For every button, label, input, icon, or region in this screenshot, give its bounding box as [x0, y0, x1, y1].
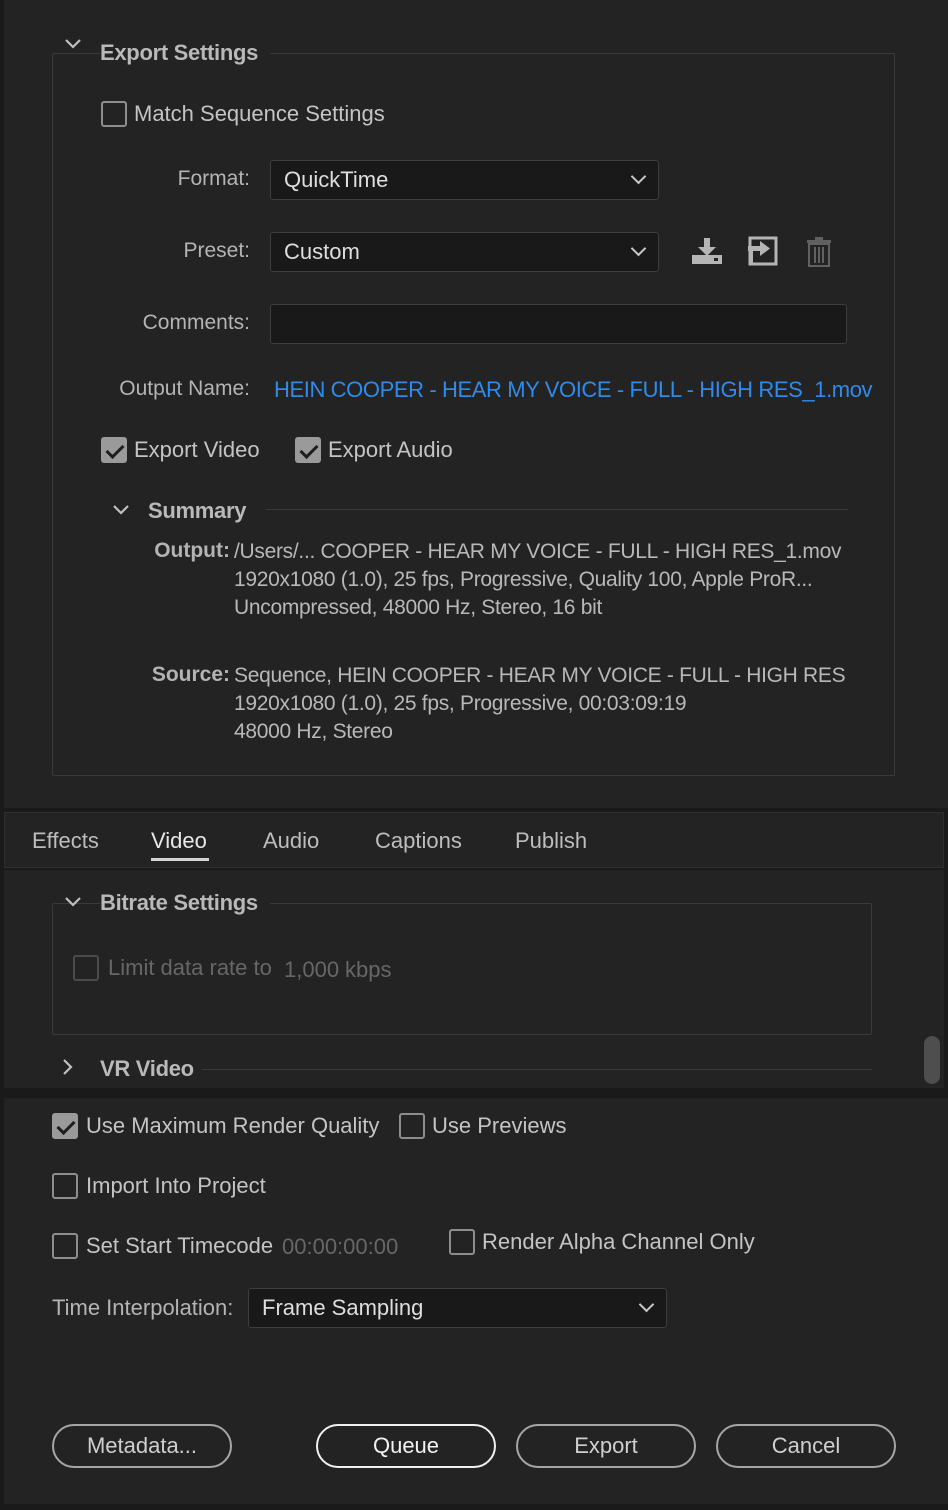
expand-vr-video-icon[interactable] — [62, 1058, 74, 1076]
summary-output-line: Uncompressed, 48000 Hz, Stereo, 16 bit — [234, 596, 602, 619]
import-into-project-label: Import Into Project — [86, 1173, 266, 1198]
format-label: Format: — [177, 167, 250, 190]
use-previews-checkbox[interactable] — [399, 1113, 425, 1139]
preset-dropdown[interactable]: Custom — [270, 232, 659, 272]
scrollbar-thumb[interactable] — [924, 1036, 940, 1084]
time-interpolation-dropdown[interactable]: Frame Sampling — [248, 1288, 667, 1328]
tab-captions[interactable]: Captions — [375, 828, 462, 854]
export-audio-label: Export Audio — [328, 437, 453, 462]
summary-source-line: Sequence, HEIN COOPER - HEAR MY VOICE - … — [234, 664, 846, 687]
chevron-down-icon — [630, 240, 647, 257]
summary-source-key: Source: — [151, 663, 230, 686]
preset-label: Preset: — [183, 239, 250, 262]
summary-source-line: 48000 Hz, Stereo — [234, 720, 393, 743]
tab-effects[interactable]: Effects — [32, 828, 99, 854]
vr-video-title: VR Video — [100, 1056, 194, 1081]
limit-data-rate-label: Limit data rate to — [108, 955, 272, 980]
chevron-down-icon — [638, 1296, 655, 1313]
tab-video[interactable]: Video — [151, 828, 207, 854]
cancel-button[interactable]: Cancel — [716, 1424, 896, 1468]
limit-data-rate-checkbox[interactable] — [73, 955, 99, 981]
export-button[interactable]: Export — [516, 1424, 696, 1468]
import-preset-icon[interactable] — [746, 236, 780, 266]
render-alpha-checkbox[interactable] — [449, 1229, 475, 1255]
time-interpolation-value: Frame Sampling — [262, 1295, 424, 1320]
import-into-project-checkbox[interactable] — [52, 1173, 78, 1199]
render-alpha-label: Render Alpha Channel Only — [482, 1229, 755, 1254]
use-previews-label: Use Previews — [432, 1113, 567, 1138]
chevron-down-icon — [630, 168, 647, 185]
delete-preset-icon[interactable] — [805, 236, 833, 268]
summary-output-values: /Users/... COOPER - HEAR MY VOICE - FULL… — [234, 538, 841, 622]
tab-publish[interactable]: Publish — [515, 828, 587, 854]
summary-divider — [266, 509, 848, 510]
bitrate-settings-title: Bitrate Settings — [100, 890, 270, 916]
preset-value: Custom — [284, 239, 360, 264]
export-video-checkbox[interactable] — [101, 437, 127, 463]
format-value: QuickTime — [284, 167, 389, 192]
active-tab-indicator — [151, 858, 209, 861]
max-render-quality-checkbox[interactable] — [52, 1113, 78, 1139]
summary-source-line: 1920x1080 (1.0), 25 fps, Progressive, 00… — [234, 692, 687, 715]
output-name-link[interactable]: HEIN COOPER - HEAR MY VOICE - FULL - HIG… — [274, 377, 873, 403]
start-timecode-value[interactable]: 00:00:00:00 — [282, 1234, 398, 1260]
limit-data-rate-value[interactable]: 1,000 — [284, 957, 339, 983]
export-audio-checkbox[interactable] — [295, 437, 321, 463]
summary-output-line: 1920x1080 (1.0), 25 fps, Progressive, Qu… — [234, 568, 813, 591]
set-start-timecode-label: Set Start Timecode — [86, 1233, 274, 1258]
comments-value — [271, 305, 846, 321]
settings-tab-bar — [4, 812, 944, 868]
summary-title: Summary — [148, 498, 247, 523]
time-interpolation-label: Time Interpolation: — [52, 1295, 234, 1320]
collapse-summary-icon[interactable] — [112, 504, 130, 516]
collapse-export-settings-icon[interactable] — [64, 38, 82, 50]
queue-button[interactable]: Queue — [316, 1424, 496, 1468]
save-preset-icon[interactable] — [690, 236, 724, 266]
max-render-quality-label: Use Maximum Render Quality — [86, 1113, 380, 1138]
summary-source-values: Sequence, HEIN COOPER - HEAR MY VOICE - … — [234, 662, 846, 746]
summary-output-line: /Users/... COOPER - HEAR MY VOICE - FULL… — [234, 540, 842, 563]
metadata-button[interactable]: Metadata... — [52, 1424, 232, 1468]
collapse-bitrate-icon[interactable] — [64, 896, 82, 908]
tab-audio[interactable]: Audio — [263, 828, 319, 854]
limit-data-rate-unit: kbps — [345, 957, 392, 982]
comments-label: Comments: — [142, 311, 250, 334]
match-sequence-label: Match Sequence Settings — [134, 101, 385, 126]
format-dropdown[interactable]: QuickTime — [270, 160, 659, 200]
export-settings-title: Export Settings — [100, 40, 271, 66]
comments-field[interactable] — [270, 304, 847, 344]
vr-video-divider — [202, 1069, 872, 1070]
match-sequence-checkbox[interactable] — [101, 101, 127, 127]
output-name-label: Output Name: — [119, 377, 250, 400]
summary-output-key: Output: — [154, 539, 230, 562]
set-start-timecode-checkbox[interactable] — [52, 1233, 78, 1259]
export-video-label: Export Video — [134, 437, 260, 462]
